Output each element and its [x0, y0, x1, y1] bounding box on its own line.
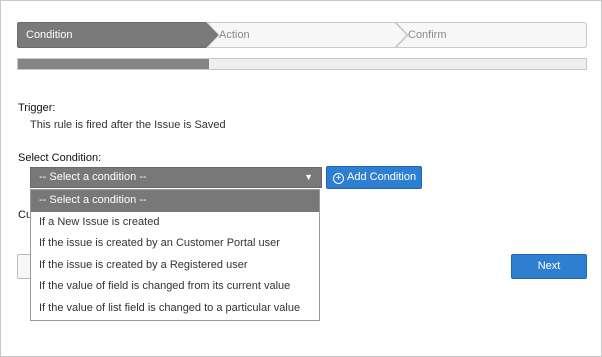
condition-select-value: -- Select a condition --	[39, 171, 147, 183]
dropdown-option[interactable]: If a New Issue is created	[31, 212, 319, 234]
next-button[interactable]: Next	[511, 254, 587, 279]
trigger-text: This rule is fired after the Issue is Sa…	[30, 119, 226, 131]
step-action[interactable]: Action	[219, 22, 250, 48]
dropdown-option[interactable]: If the issue is created by an Customer P…	[31, 233, 319, 255]
rule-wizard-panel: Condition Action Confirm Trigger: This r…	[0, 0, 602, 357]
condition-dropdown-list: -- Select a condition -- If a New Issue …	[30, 189, 320, 321]
wizard-steps: Condition Action Confirm	[17, 22, 587, 48]
chevron-down-icon: ▼	[304, 172, 313, 182]
trigger-label: Trigger:	[18, 102, 56, 114]
dropdown-option[interactable]: If the issue is created by a Registered …	[31, 255, 319, 277]
dropdown-option[interactable]: -- Select a condition --	[31, 190, 319, 212]
wizard-progress-bar	[17, 58, 587, 70]
step-confirm[interactable]: Confirm	[408, 22, 447, 48]
dropdown-option[interactable]: If the value of list field is changed to…	[31, 298, 319, 320]
add-condition-button[interactable]: + Add Condition	[326, 166, 422, 189]
plus-circle-icon: +	[333, 173, 344, 184]
condition-select[interactable]: -- Select a condition -- ▼	[30, 167, 322, 188]
dropdown-option[interactable]: If the value of field is changed from it…	[31, 276, 319, 298]
select-condition-label: Select Condition:	[18, 152, 102, 164]
wizard-progress-fill	[18, 59, 209, 69]
add-condition-label: Add Condition	[347, 171, 417, 183]
step-condition[interactable]: Condition	[26, 22, 72, 48]
wizard-steps-shape	[17, 22, 587, 48]
